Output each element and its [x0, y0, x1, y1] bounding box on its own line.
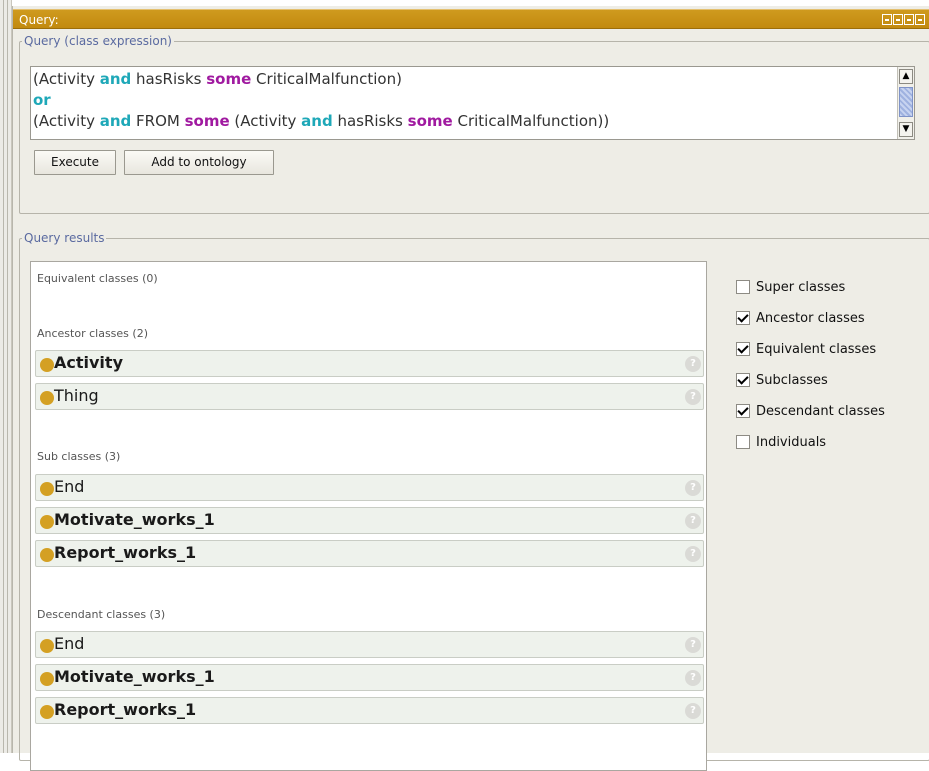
execute-button[interactable]: Execute	[34, 150, 116, 175]
explanation-icon[interactable]: ?	[685, 703, 701, 719]
list-item[interactable]: End ?	[35, 631, 704, 658]
query-group-legend: Query (class expression)	[24, 34, 172, 48]
class-icon	[40, 358, 54, 372]
list-item[interactable]: Report_works_1 ?	[35, 540, 704, 567]
class-name: Report_works_1	[54, 700, 197, 719]
results-group: Query results Equivalent classes (0) Anc…	[19, 231, 929, 771]
option-label: Super classes	[756, 280, 846, 295]
class-icon	[40, 548, 54, 562]
title-bar: Query:	[13, 9, 929, 29]
explanation-icon[interactable]: ?	[685, 670, 701, 686]
explanation-icon[interactable]: ?	[685, 637, 701, 653]
explanation-icon[interactable]: ?	[685, 546, 701, 562]
checkbox[interactable]	[736, 311, 750, 325]
scroll-thumb[interactable]	[899, 87, 913, 117]
list-item[interactable]: End ?	[35, 474, 704, 501]
checkbox[interactable]	[736, 435, 750, 449]
explanation-icon[interactable]: ?	[685, 513, 701, 529]
scroll-down-icon[interactable]: ▼	[899, 122, 913, 137]
checkbox[interactable]	[736, 373, 750, 387]
left-panel-edge	[0, 0, 12, 753]
class-name: End	[54, 634, 85, 653]
checkbox[interactable]	[736, 342, 750, 356]
list-item[interactable]: Motivate_works_1 ?	[35, 507, 704, 534]
list-item[interactable]: Motivate_works_1 ?	[35, 664, 704, 691]
results-list: Equivalent classes (0) Ancestor classes …	[30, 261, 707, 771]
minimize-view-icon[interactable]	[893, 14, 903, 25]
option-label: Subclasses	[756, 373, 828, 388]
class-icon	[40, 391, 54, 405]
class-icon	[40, 482, 54, 496]
class-name: End	[54, 477, 85, 496]
query-group: Query (class expression) (Activity and h…	[19, 34, 929, 214]
class-name: Report_works_1	[54, 543, 197, 562]
option-label: Equivalent classes	[756, 342, 877, 357]
option-equivalent-classes[interactable]: Equivalent classes	[730, 342, 929, 373]
close-view-icon[interactable]	[915, 14, 925, 25]
explanation-icon[interactable]: ?	[685, 356, 701, 372]
class-expression-editor[interactable]: (Activity and hasRisks some CriticalMalf…	[30, 66, 915, 140]
rail-line	[7, 0, 8, 753]
option-label: Individuals	[756, 435, 827, 450]
class-icon	[40, 672, 54, 686]
class-name: Activity	[54, 353, 123, 372]
expression-line-3: (Activity and FROM some (Activity and ha…	[33, 112, 610, 130]
editor-scrollbar[interactable]: ▲ ▼	[897, 67, 914, 139]
checkbox[interactable]	[736, 404, 750, 418]
float-view-icon[interactable]	[882, 14, 892, 25]
option-subclasses[interactable]: Subclasses	[730, 373, 929, 404]
class-icon	[40, 515, 54, 529]
list-item[interactable]: Report_works_1 ?	[35, 697, 704, 724]
class-name: Motivate_works_1	[54, 667, 215, 686]
option-label: Ancestor classes	[756, 311, 865, 326]
explanation-icon[interactable]: ?	[685, 480, 701, 496]
results-group-legend: Query results	[24, 231, 105, 245]
list-item[interactable]: Activity ?	[35, 350, 704, 377]
class-name: Thing	[54, 386, 99, 405]
class-icon	[40, 705, 54, 719]
option-label: Descendant classes	[756, 404, 885, 419]
explanation-icon[interactable]: ?	[685, 389, 701, 405]
option-super-classes[interactable]: Super classes	[730, 280, 929, 311]
class-name: Motivate_works_1	[54, 510, 215, 529]
option-descendant-classes[interactable]: Descendant classes	[730, 404, 929, 435]
section-ancestor-label: Ancestor classes (2)	[37, 327, 148, 340]
class-icon	[40, 639, 54, 653]
window-controls	[882, 14, 925, 25]
rail-line	[3, 0, 4, 753]
section-sub-label: Sub classes (3)	[37, 450, 121, 463]
section-descendant-label: Descendant classes (3)	[37, 608, 166, 621]
add-to-ontology-button[interactable]: Add to ontology	[124, 150, 274, 175]
maximize-view-icon[interactable]	[904, 14, 914, 25]
window-title: Query:	[19, 13, 59, 27]
scroll-up-icon[interactable]: ▲	[899, 69, 913, 84]
section-equivalent-label: Equivalent classes (0)	[37, 272, 158, 285]
query-window: Query: Query (class expression) (Activit…	[12, 6, 929, 771]
list-item[interactable]: Thing ?	[35, 383, 704, 410]
checkbox[interactable]	[736, 280, 750, 294]
result-options: Super classes Ancestor classes Equivalen…	[730, 280, 929, 466]
option-individuals[interactable]: Individuals	[730, 435, 929, 466]
expression-line-2: or	[33, 91, 51, 109]
editor-text[interactable]: (Activity and hasRisks some CriticalMalf…	[33, 69, 894, 132]
expression-line-1: (Activity and hasRisks some CriticalMalf…	[33, 70, 402, 88]
option-ancestor-classes[interactable]: Ancestor classes	[730, 311, 929, 342]
